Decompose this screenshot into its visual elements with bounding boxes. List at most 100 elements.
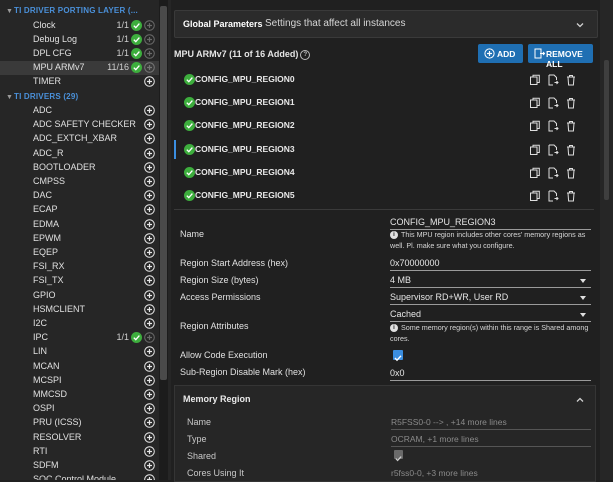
sidebar-item-resolver[interactable]: RESOLVER bbox=[0, 431, 159, 445]
add-circle-icon[interactable] bbox=[144, 332, 155, 343]
sidebar-section-drivers[interactable]: ▼TI DRIVERS (29) bbox=[6, 92, 156, 104]
sidebar-item-ipc[interactable]: IPC 1/1 bbox=[0, 331, 159, 345]
trash-icon[interactable] bbox=[565, 119, 577, 132]
sidebar-item-mcspi[interactable]: MCSPI bbox=[0, 374, 159, 388]
sidebar-item-timer[interactable]: TIMER bbox=[0, 75, 159, 89]
add-circle-icon[interactable] bbox=[144, 247, 155, 258]
add-circle-icon[interactable] bbox=[144, 147, 155, 159]
sidebar-item-hsmclient[interactable]: HSMCLIENT bbox=[0, 303, 159, 317]
add-circle-icon[interactable] bbox=[144, 261, 155, 272]
sidebar-item-i2c[interactable]: I2C bbox=[0, 317, 159, 331]
sidebar-item-epwm[interactable]: EPWM bbox=[0, 232, 159, 246]
scrollbar-thumb[interactable] bbox=[160, 6, 167, 380]
allow-exec-checkbox[interactable] bbox=[393, 350, 403, 362]
access-permissions-select[interactable]: Supervisor RD+WR, User RD bbox=[390, 292, 508, 302]
add-circle-icon[interactable] bbox=[144, 62, 155, 73]
add-circle-icon[interactable] bbox=[144, 318, 155, 329]
copy-icon[interactable] bbox=[529, 119, 541, 132]
sidebar-item-debug-log[interactable]: Debug Log 1/1 bbox=[0, 33, 159, 47]
sidebar-item-pru-icss[interactable]: PRU (ICSS) bbox=[0, 416, 159, 430]
chevron-down-icon[interactable] bbox=[575, 17, 585, 35]
sidebar-item-mcan[interactable]: MCAN bbox=[0, 360, 159, 374]
trash-icon[interactable] bbox=[565, 73, 577, 86]
add-circle-icon[interactable] bbox=[144, 374, 155, 386]
add-circle-icon[interactable] bbox=[144, 360, 155, 372]
region-attributes-select[interactable]: Cached bbox=[390, 309, 421, 319]
help-icon[interactable]: ? bbox=[300, 49, 311, 60]
add-circle-icon[interactable] bbox=[144, 445, 155, 457]
trash-icon[interactable] bbox=[565, 166, 577, 179]
move-file-icon[interactable] bbox=[547, 166, 559, 179]
sidebar-item-eqep[interactable]: EQEP bbox=[0, 246, 159, 260]
sidebar-item-lin[interactable]: LIN bbox=[0, 345, 159, 359]
sidebar-item-adc[interactable]: ADC bbox=[0, 104, 159, 118]
add-circle-icon[interactable] bbox=[144, 303, 155, 315]
trash-icon[interactable] bbox=[565, 143, 577, 156]
start-address-field[interactable]: 0x70000000 bbox=[390, 258, 440, 268]
subregion-field[interactable]: 0x0 bbox=[390, 368, 405, 378]
chevron-down-icon[interactable] bbox=[580, 313, 586, 317]
mpu-region-row[interactable]: CONFIG_MPU_REGION0 bbox=[174, 68, 594, 90]
add-circle-icon[interactable] bbox=[144, 20, 155, 31]
chevron-up-icon[interactable] bbox=[575, 392, 585, 410]
add-circle-icon[interactable] bbox=[144, 105, 155, 116]
sidebar-item-adc-r[interactable]: ADC_R bbox=[0, 147, 159, 161]
global-parameters-header[interactable]: Global Parameters Settings that affect a… bbox=[174, 10, 598, 38]
move-file-icon[interactable] bbox=[547, 119, 559, 132]
add-circle-icon[interactable] bbox=[144, 76, 155, 87]
sidebar-item-fsi-rx[interactable]: FSI_RX bbox=[0, 260, 159, 274]
sidebar-section-porting[interactable]: ▼TI DRIVER PORTING LAYER (... bbox=[6, 6, 156, 18]
mpu-region-row[interactable]: CONFIG_MPU_REGION2 bbox=[174, 114, 594, 136]
add-circle-icon[interactable] bbox=[144, 474, 155, 480]
sidebar-item-ecap[interactable]: ECAP bbox=[0, 203, 159, 217]
move-file-icon[interactable] bbox=[547, 96, 559, 109]
sidebar-item-bootloader[interactable]: BOOTLOADER bbox=[0, 161, 159, 175]
add-circle-icon[interactable] bbox=[144, 119, 155, 130]
sidebar-item-dpl-cfg[interactable]: DPL CFG 1/1 bbox=[0, 47, 159, 61]
chevron-down-icon[interactable] bbox=[580, 279, 586, 283]
sidebar-item-ospi[interactable]: OSPI bbox=[0, 402, 159, 416]
mpu-region-row[interactable]: CONFIG_MPU_REGION5 bbox=[174, 184, 594, 206]
chevron-down-icon[interactable] bbox=[580, 296, 586, 300]
add-circle-icon[interactable] bbox=[144, 204, 155, 216]
move-file-icon[interactable] bbox=[547, 73, 559, 86]
add-circle-icon[interactable] bbox=[144, 48, 155, 59]
add-circle-icon[interactable] bbox=[144, 34, 155, 45]
name-field[interactable]: CONFIG_MPU_REGION3 bbox=[390, 217, 496, 227]
copy-icon[interactable] bbox=[529, 143, 541, 155]
mpu-region-row[interactable]: CONFIG_MPU_REGION1 bbox=[174, 91, 594, 113]
add-circle-icon[interactable] bbox=[144, 403, 155, 414]
copy-icon[interactable] bbox=[529, 166, 541, 178]
move-file-icon[interactable] bbox=[547, 143, 559, 156]
mpu-region-row[interactable]: CONFIG_MPU_REGION4 bbox=[174, 161, 594, 183]
mpu-region-row[interactable]: CONFIG_MPU_REGION3 bbox=[174, 138, 594, 160]
add-circle-icon[interactable] bbox=[144, 232, 155, 244]
add-circle-icon[interactable] bbox=[144, 176, 155, 187]
sidebar-item-gpio[interactable]: GPIO bbox=[0, 289, 159, 303]
remove-all-button[interactable]: REMOVE ALL bbox=[528, 44, 593, 69]
add-circle-icon[interactable] bbox=[144, 161, 155, 173]
scrollbar-thumb[interactable] bbox=[604, 60, 609, 200]
sidebar-item-clock[interactable]: Clock 1/1 bbox=[0, 19, 159, 33]
move-file-icon[interactable] bbox=[547, 189, 559, 202]
add-circle-icon[interactable] bbox=[144, 431, 155, 443]
add-circle-icon[interactable] bbox=[144, 346, 155, 358]
add-circle-icon[interactable] bbox=[144, 460, 155, 471]
sidebar-item-mmcsd[interactable]: MMCSD bbox=[0, 388, 159, 402]
add-circle-icon[interactable] bbox=[144, 190, 155, 201]
trash-icon[interactable] bbox=[565, 96, 577, 109]
add-circle-icon[interactable] bbox=[144, 417, 155, 429]
add-circle-icon[interactable] bbox=[144, 275, 155, 287]
sidebar-item-soc-control-module[interactable]: SOC Control Module bbox=[0, 473, 159, 480]
add-circle-icon[interactable] bbox=[144, 289, 155, 301]
sidebar-item-adc-extch-xbar[interactable]: ADC_EXTCH_XBAR bbox=[0, 132, 159, 146]
copy-icon[interactable] bbox=[529, 189, 541, 201]
region-size-select[interactable]: 4 MB bbox=[390, 275, 411, 285]
main-scrollbar[interactable] bbox=[600, 0, 613, 480]
sidebar-item-sdfm[interactable]: SDFM bbox=[0, 459, 159, 473]
sidebar-item-mpu-armv7[interactable]: MPU ARMv7 11/16 bbox=[0, 61, 159, 75]
sidebar-item-dac[interactable]: DAC bbox=[0, 189, 159, 203]
copy-icon[interactable] bbox=[529, 96, 541, 109]
sidebar-item-rti[interactable]: RTI bbox=[0, 445, 159, 459]
sidebar-item-fsi-tx[interactable]: FSI_TX bbox=[0, 274, 159, 288]
